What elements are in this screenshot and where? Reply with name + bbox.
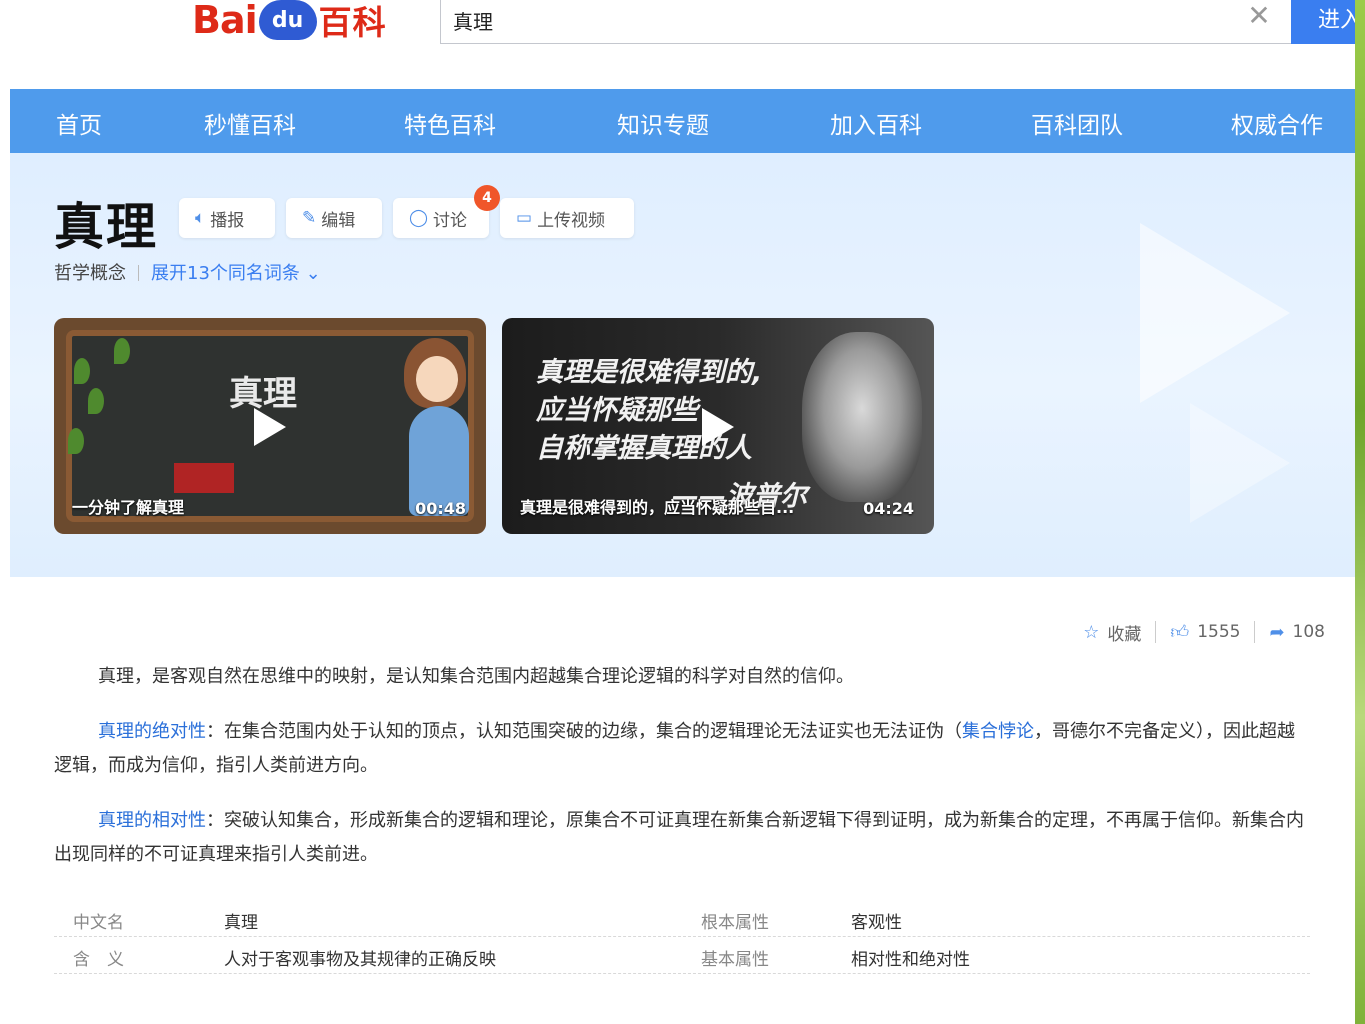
upload-video-button[interactable]: ▭ 上传视频	[500, 198, 634, 238]
top-header: Bai du 百科 ✕ 进入	[0, 0, 1365, 89]
nav-item-team[interactable]: 百科团队	[1031, 106, 1123, 140]
chat-bubble-icon: ◯	[409, 208, 429, 228]
divider	[138, 265, 139, 281]
window-edge	[1355, 0, 1365, 1024]
video-card[interactable]: 真理是很难得到的, 应当怀疑那些 自称掌握真理的人 ——波普尔 真理是很难得到的…	[502, 318, 934, 534]
discuss-label: 讨论	[433, 210, 468, 231]
logo-paw: du	[258, 0, 317, 40]
pencil-icon: ✎	[302, 208, 317, 228]
thumbs-up-icon[interactable]: 👍︎	[1170, 621, 1189, 643]
set-paradox-link[interactable]: 集合悖论	[962, 721, 1034, 742]
info-value: 相对性和绝对性	[851, 950, 970, 970]
info-value: 真理	[224, 913, 258, 933]
video-caption: 一分钟了解真理	[72, 498, 185, 517]
leaf-decoration	[88, 388, 104, 414]
nav-item-join[interactable]: 加入百科	[830, 106, 922, 140]
absolute-truth-link[interactable]: 真理的绝对性	[98, 721, 206, 742]
edit-label: 编辑	[321, 210, 356, 231]
info-key: 含 义	[73, 950, 124, 970]
favorite-button[interactable]: 收藏	[1107, 620, 1141, 645]
close-icon[interactable]: ✕	[1245, 2, 1273, 30]
main-nav: 首页 秒懂百科 特色百科 知识专题 加入百科 百科团队 权威合作	[10, 89, 1355, 153]
info-key: 根本属性	[701, 913, 769, 933]
leaf-decoration	[68, 428, 84, 454]
play-icon[interactable]	[254, 408, 286, 446]
leaf-decoration	[114, 338, 130, 364]
leaf-decoration	[74, 358, 90, 384]
entry-stats: ☆ 收藏 👍︎ 1555 ➦ 108	[1083, 620, 1325, 645]
search-input[interactable]	[453, 2, 1213, 38]
chevron-down-icon: ⌄	[305, 263, 321, 284]
video-card[interactable]: 真理 一分钟了解真理 00:48	[54, 318, 486, 534]
nav-item-cooperation[interactable]: 权威合作	[1231, 106, 1323, 140]
paragraph-text: ：在集合范围内处于认知的顶点，认知范围突破的边缘，集合的逻辑理论无法证实也无法证…	[206, 721, 962, 742]
category-label: 哲学概念	[54, 263, 126, 284]
like-count: 1555	[1197, 622, 1241, 642]
speaker-icon: 🔈︎	[195, 208, 206, 228]
star-icon[interactable]: ☆	[1083, 622, 1099, 643]
info-row: 中文名 真理 根本属性 客观性	[54, 900, 1310, 937]
logo-bai: Bai	[192, 0, 258, 42]
paragraph-text: 真理，是客观自然在思维中的映射，是认知集合范围内超越集合理论逻辑的科学对自然的信…	[98, 666, 854, 687]
broadcast-button[interactable]: 🔈︎ 播报	[179, 198, 275, 238]
info-row: 含 义 人对于客观事物及其规律的正确反映 基本属性 相对性和绝对性	[54, 937, 1310, 974]
illustration-desk	[174, 463, 234, 493]
share-count: 108	[1292, 622, 1325, 642]
page-title: 真理	[54, 198, 158, 256]
nav-item-miaodong[interactable]: 秒懂百科	[204, 106, 296, 140]
expand-label: 展开13个同名词条	[151, 263, 300, 284]
entry-subline: 哲学概念 展开13个同名词条 ⌄	[54, 259, 321, 285]
baidu-baike-logo[interactable]: Bai du 百科	[192, 0, 387, 42]
info-box: 中文名 真理 根本属性 客观性 含 义 人对于客观事物及其规律的正确反映 基本属…	[54, 900, 1310, 974]
entry-header: 真理 🔈︎ 播报 ✎ 编辑 ◯ 讨论 4 ▭ 上传视频 哲学概念 展开13个同名词…	[10, 153, 1355, 577]
paragraph-text: ：突破认知集合，形成新集合的逻辑和理论，原集合不可证真理在新集合新逻辑下得到证明…	[54, 810, 1304, 865]
nav-item-topics[interactable]: 知识专题	[617, 106, 709, 140]
expand-homonyms-link[interactable]: 展开13个同名词条 ⌄	[151, 263, 321, 284]
edit-button[interactable]: ✎ 编辑	[286, 198, 382, 238]
portrait-image	[802, 332, 922, 502]
nav-item-special[interactable]: 特色百科	[404, 106, 496, 140]
nav-item-home[interactable]: 首页	[56, 106, 102, 140]
info-key: 中文名	[73, 913, 124, 933]
broadcast-label: 播报	[210, 210, 245, 231]
summary-paragraph: 真理的绝对性：在集合范围内处于认知的顶点，认知范围突破的边缘，集合的逻辑理论无法…	[54, 715, 1306, 783]
illustration-teacher-face	[416, 356, 458, 402]
decor-triangle	[1190, 403, 1290, 523]
info-value: 客观性	[851, 913, 902, 933]
enter-button[interactable]: 进入	[1291, 0, 1365, 44]
video-caption: 真理是很难得到的，应当怀疑那些自...	[520, 498, 795, 517]
relative-truth-link[interactable]: 真理的相对性	[98, 810, 206, 831]
video-camera-icon: ▭	[516, 208, 533, 228]
share-icon[interactable]: ➦	[1269, 622, 1284, 643]
divider	[1254, 621, 1256, 643]
video-duration: 04:24	[863, 499, 914, 518]
info-key: 基本属性	[701, 950, 769, 970]
quote-line: 真理是很难得到的,	[536, 357, 763, 388]
divider	[1155, 621, 1157, 643]
logo-baike: 百科	[318, 3, 387, 42]
video-duration: 00:48	[415, 499, 466, 518]
search-box: ✕	[440, 0, 1292, 44]
summary-paragraph: 真理的相对性：突破认知集合，形成新集合的逻辑和理论，原集合不可证真理在新集合新逻…	[54, 804, 1306, 872]
play-icon[interactable]	[702, 408, 734, 446]
upload-video-label: 上传视频	[537, 210, 606, 231]
decor-triangle	[1140, 223, 1290, 403]
summary-paragraph: 真理，是客观自然在思维中的映射，是认知集合范围内超越集合理论逻辑的科学对自然的信…	[54, 660, 1306, 694]
page: Bai du 百科 ✕ 进入 首页 秒懂百科 特色百科 知识专题 加入百科 百科…	[0, 0, 1365, 1024]
discussion-count-badge: 4	[474, 185, 500, 211]
info-value: 人对于客观事物及其规律的正确反映	[224, 950, 496, 970]
